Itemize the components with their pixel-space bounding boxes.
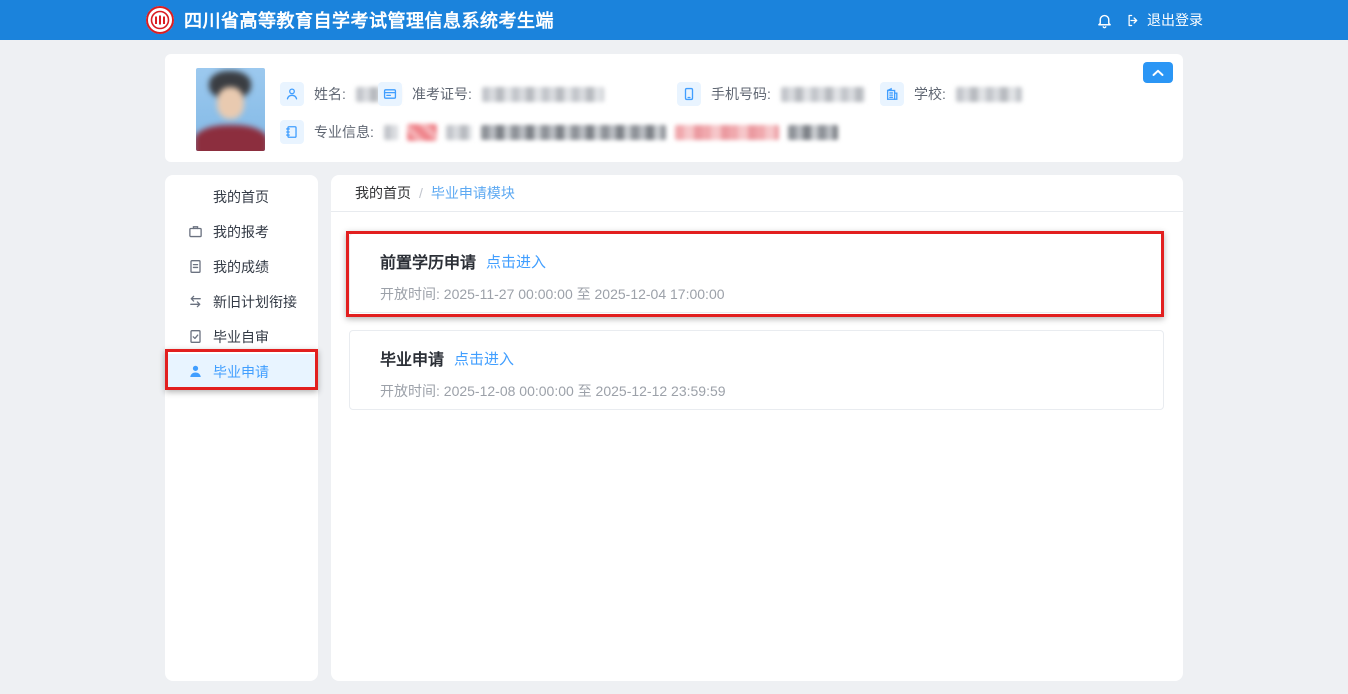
sidebar-item-label: 我的成绩	[213, 257, 269, 277]
swap-arrows-icon	[187, 294, 203, 310]
breadcrumb-current: 毕业申请模块	[431, 183, 515, 203]
logout-label: 退出登录	[1147, 10, 1203, 30]
sidebar-item-scores[interactable]: 我的成绩	[165, 249, 318, 284]
breadcrumb-separator: /	[419, 185, 423, 201]
enter-link[interactable]: 点击进入	[486, 251, 546, 272]
redacted-exam-id-value	[482, 87, 604, 102]
field-exam-id-label: 准考证号:	[412, 84, 472, 104]
sidebar-item-label: 我的首页	[213, 187, 269, 207]
notebook-icon	[280, 120, 304, 144]
breadcrumb: 我的首页 / 毕业申请模块	[331, 175, 1183, 212]
sidebar-item-label: 我的报考	[213, 222, 269, 242]
field-school-label: 学校:	[914, 84, 946, 104]
sidebar-item-label: 毕业申请	[213, 362, 269, 382]
avatar	[196, 68, 265, 151]
redacted-phone-value	[781, 87, 865, 102]
open-time: 开放时间: 2025-11-27 00:00:00 至 2025-12-04 1…	[380, 284, 1133, 304]
logout-icon	[1126, 13, 1141, 28]
building-icon	[880, 82, 904, 106]
app-title: 四川省高等教育自学考试管理信息系统考生端	[184, 7, 554, 33]
briefcase-icon	[187, 224, 203, 240]
sidebar-item-graduation-selfcheck[interactable]: 毕业自审	[165, 319, 318, 354]
redacted-major-values	[384, 124, 838, 141]
person-icon	[187, 364, 203, 380]
sidebar-item-label: 毕业自审	[213, 327, 269, 347]
collapse-profile-button[interactable]	[1143, 62, 1173, 83]
seal-logo-icon	[145, 5, 175, 35]
field-major-label: 专业信息:	[314, 122, 374, 142]
blank-icon	[187, 189, 203, 205]
document-check-icon	[187, 329, 203, 345]
bell-icon[interactable]	[1096, 0, 1113, 40]
main-panel: 我的首页 / 毕业申请模块 前置学历申请 点击进入 开放时间: 2025-11-…	[331, 175, 1183, 681]
field-school: 学校:	[880, 82, 1022, 106]
card-title: 毕业申请	[380, 346, 444, 370]
card-prerequisite-education: 前置学历申请 点击进入 开放时间: 2025-11-27 00:00:00 至 …	[349, 233, 1164, 313]
card-graduation-application: 毕业申请 点击进入 开放时间: 2025-12-08 00:00:00 至 20…	[349, 330, 1164, 410]
user-icon	[280, 82, 304, 106]
id-card-icon	[378, 82, 402, 106]
open-time: 开放时间: 2025-12-08 00:00:00 至 2025-12-12 2…	[380, 381, 1133, 401]
redacted-school-value	[956, 87, 1022, 102]
field-phone-label: 手机号码:	[711, 84, 771, 104]
sidebar-item-home[interactable]: 我的首页	[165, 179, 318, 214]
sidebar-item-plan-transition[interactable]: 新旧计划衔接	[165, 284, 318, 319]
card-title: 前置学历申请	[380, 249, 476, 273]
field-major: 专业信息:	[280, 120, 838, 144]
sidebar-item-label: 新旧计划衔接	[213, 292, 297, 312]
app-header: 四川省高等教育自学考试管理信息系统考生端 退出登录	[0, 0, 1348, 40]
chevron-up-icon	[1152, 69, 1164, 77]
enter-link[interactable]: 点击进入	[454, 348, 514, 369]
field-name-label: 姓名:	[314, 84, 346, 104]
sidebar: 我的首页 我的报考 我的成绩 新旧计划衔接 毕业自审	[165, 175, 318, 681]
field-exam-id: 准考证号:	[378, 82, 604, 106]
profile-card: 姓名: 准考证号: 手机号码: 学校:	[165, 54, 1183, 162]
field-phone: 手机号码:	[677, 82, 865, 106]
phone-icon	[677, 82, 701, 106]
sidebar-item-graduation-application[interactable]: 毕业申请	[165, 354, 318, 389]
sidebar-item-registration[interactable]: 我的报考	[165, 214, 318, 249]
document-icon	[187, 259, 203, 275]
breadcrumb-home[interactable]: 我的首页	[355, 183, 411, 203]
logout-button[interactable]: 退出登录	[1126, 0, 1203, 40]
